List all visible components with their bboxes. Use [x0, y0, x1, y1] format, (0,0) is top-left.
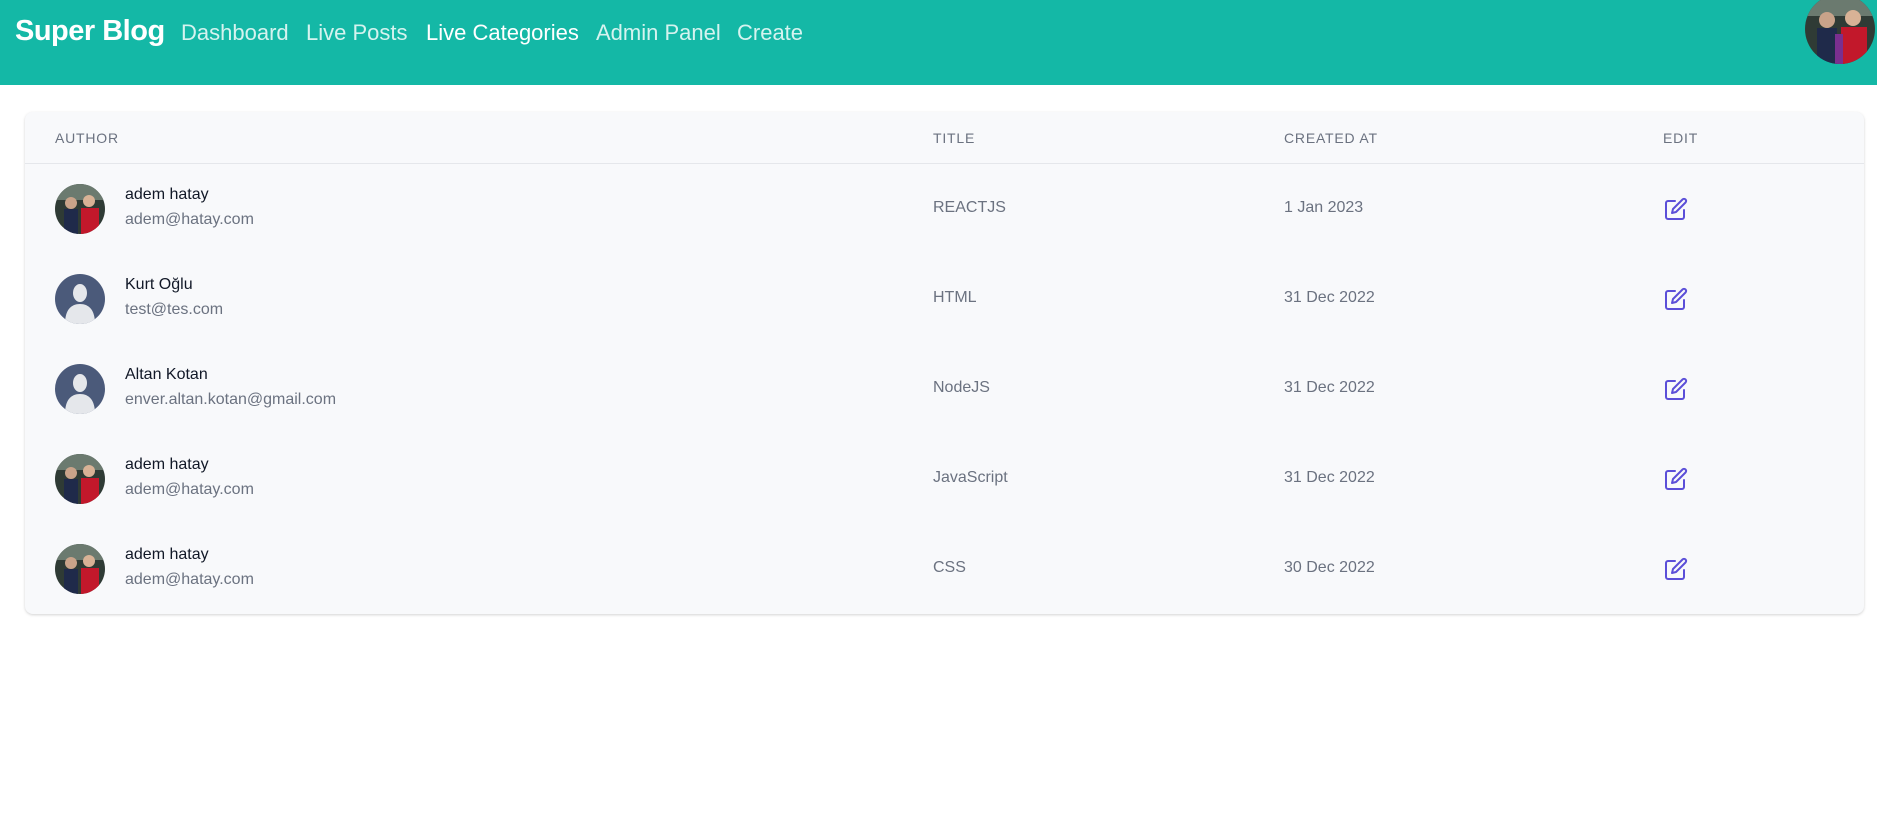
- author-avatar: [55, 364, 105, 414]
- header-edit: EDIT: [1663, 130, 1699, 146]
- edit-icon[interactable]: [1664, 467, 1688, 491]
- header-created-at: CREATED AT: [1284, 130, 1378, 146]
- table-row: Kurt Oğlu test@tes.com HTML 31 Dec 2022: [25, 254, 1864, 344]
- author-email: enver.altan.kotan@gmail.com: [125, 391, 337, 408]
- author-email: adem@hatay.com: [125, 211, 254, 228]
- author-avatar: [55, 544, 105, 594]
- author-email: adem@hatay.com: [125, 571, 254, 588]
- edit-icon[interactable]: [1664, 377, 1688, 401]
- default-avatar-icon: [55, 274, 105, 324]
- post-title: JavaScript: [933, 469, 1008, 486]
- post-created-at: 1 Jan 2023: [1284, 199, 1364, 216]
- header-author: AUTHOR: [55, 130, 119, 146]
- edit-icon[interactable]: [1664, 197, 1688, 221]
- photo-avatar-icon: [55, 454, 105, 504]
- post-created-at: 30 Dec 2022: [1284, 559, 1375, 576]
- author-avatar: [55, 454, 105, 504]
- post-title: CSS: [933, 559, 966, 576]
- table-row: adem hatay adem@hatay.com REACTJS 1 Jan …: [25, 164, 1864, 254]
- post-title: NodeJS: [933, 379, 990, 396]
- author-name: adem hatay: [125, 456, 209, 473]
- photo-avatar-icon: [55, 544, 105, 594]
- table-row: Altan Kotan enver.altan.kotan@gmail.com …: [25, 344, 1864, 434]
- author-avatar: [55, 184, 105, 234]
- table-header: AUTHOR TITLE CREATED AT EDIT: [25, 112, 1864, 164]
- author-name: Altan Kotan: [125, 366, 208, 383]
- post-title: REACTJS: [933, 199, 1006, 216]
- table-row: adem hatay adem@hatay.com JavaScript 31 …: [25, 434, 1864, 524]
- nav-link-live-posts[interactable]: Live Posts: [306, 20, 408, 46]
- nav-link-admin-panel[interactable]: Admin Panel: [596, 20, 721, 46]
- author-avatar: [55, 274, 105, 324]
- top-navbar: Super Blog Dashboard Live Posts Live Cat…: [0, 0, 1877, 85]
- user-photo-avatar-icon: [1805, 0, 1875, 64]
- header-title: TITLE: [933, 130, 976, 146]
- nav-link-dashboard[interactable]: Dashboard: [181, 20, 289, 46]
- post-created-at: 31 Dec 2022: [1284, 379, 1375, 396]
- post-created-at: 31 Dec 2022: [1284, 469, 1375, 486]
- posts-table: AUTHOR TITLE CREATED AT EDIT adem hatay …: [25, 112, 1864, 614]
- photo-avatar-icon: [55, 184, 105, 234]
- post-created-at: 31 Dec 2022: [1284, 289, 1375, 306]
- author-name: Kurt Oğlu: [125, 276, 193, 293]
- default-avatar-icon: [55, 364, 105, 414]
- author-email: test@tes.com: [125, 301, 224, 318]
- edit-icon[interactable]: [1664, 557, 1688, 581]
- author-name: adem hatay: [125, 546, 209, 563]
- nav-link-live-categories[interactable]: Live Categories: [426, 20, 579, 46]
- author-name: adem hatay: [125, 186, 209, 203]
- edit-icon[interactable]: [1664, 287, 1688, 311]
- author-email: adem@hatay.com: [125, 481, 254, 498]
- brand-logo[interactable]: Super Blog: [15, 15, 165, 48]
- nav-link-create[interactable]: Create: [737, 20, 803, 46]
- table-row: adem hatay adem@hatay.com CSS 30 Dec 202…: [25, 524, 1864, 614]
- user-avatar[interactable]: [1805, 0, 1875, 64]
- post-title: HTML: [933, 289, 977, 306]
